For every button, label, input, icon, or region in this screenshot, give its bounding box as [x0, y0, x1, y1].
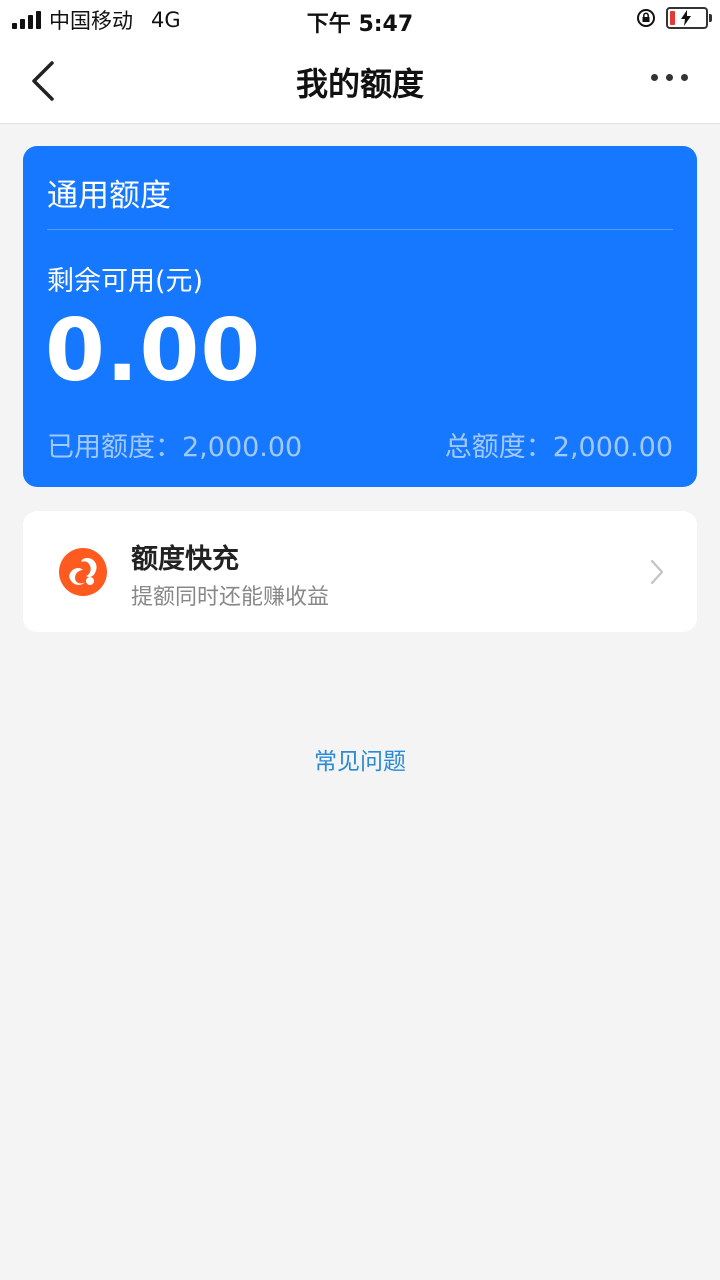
chevron-right-icon — [650, 559, 664, 585]
status-time: 下午 5:47 — [306, 12, 414, 37]
status-right — [636, 7, 712, 29]
remaining-value: 0.00 — [45, 301, 262, 401]
total-quota: 总额度：2,000.00 — [444, 432, 673, 463]
charging-bolt-icon — [681, 10, 691, 26]
status-bar: 中国移动 4G 下午 5:47 — [0, 0, 720, 40]
more-dots-icon — [651, 74, 658, 81]
more-dot — [666, 74, 673, 81]
quota-card: 通用额度 剩余可用(元) 0.00 已用额度：2,000.00 总额度：2,00… — [23, 146, 697, 487]
faq-link[interactable]: 常见问题 — [0, 742, 720, 776]
quick-charge-subtitle: 提额同时还能赚收益 — [131, 585, 330, 610]
battery-icon — [666, 7, 712, 29]
quick-charge-title: 额度快充 — [131, 544, 239, 575]
quick-charge-card[interactable]: 额度快充 提额同时还能赚收益 — [23, 511, 697, 632]
page-title: 我的额度 — [295, 65, 424, 103]
quick-charge-logo-icon — [59, 548, 107, 596]
remaining-label: 剩余可用(元) — [47, 266, 204, 297]
battery-level — [670, 11, 675, 25]
more-button[interactable] — [651, 74, 688, 81]
rotation-lock-icon — [637, 9, 655, 27]
used-quota: 已用额度：2,000.00 — [47, 432, 303, 463]
nav-bar: 我的额度 — [0, 40, 720, 124]
quota-card-title: 通用额度 — [47, 178, 171, 214]
more-dot — [681, 74, 688, 81]
card-divider — [47, 229, 673, 230]
